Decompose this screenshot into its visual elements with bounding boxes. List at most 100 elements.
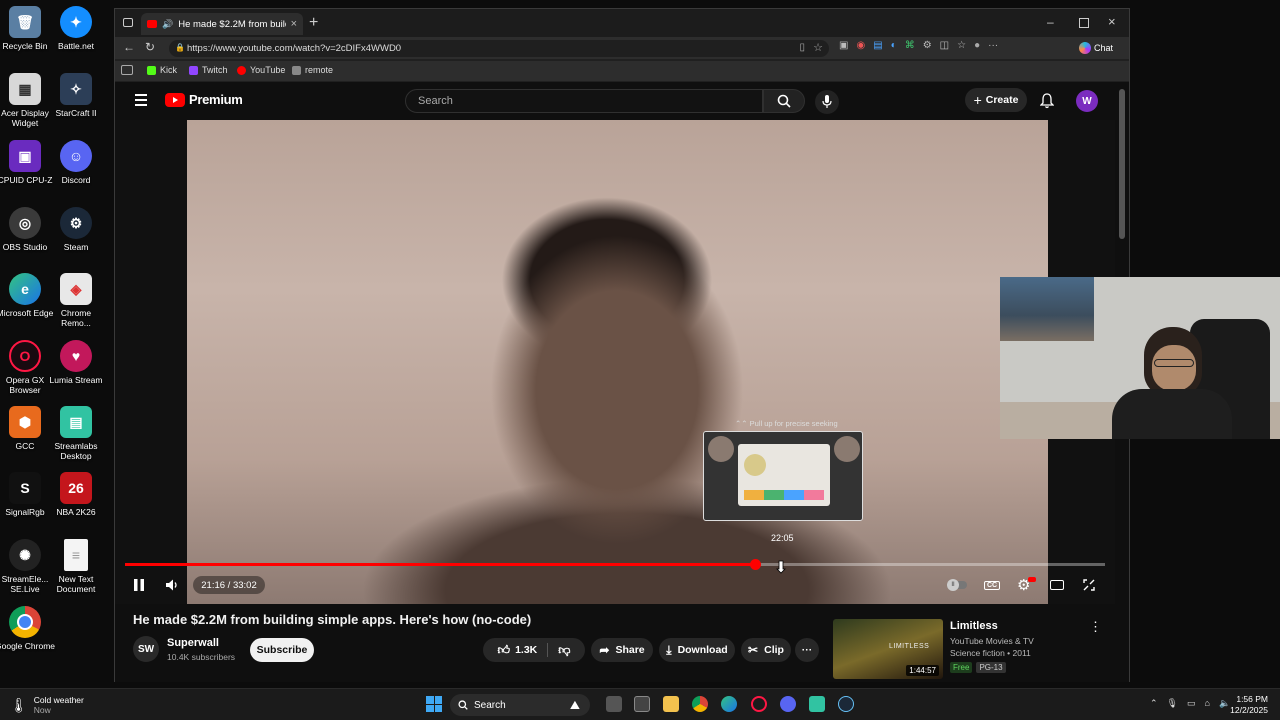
- task-view-icon[interactable]: [606, 696, 622, 712]
- desktop-icon-chrome-remote[interactable]: ◈ Chrome Remo...: [46, 273, 106, 328]
- captions-button[interactable]: CC: [984, 575, 1001, 595]
- download-button[interactable]: ⤓ Download: [659, 638, 735, 662]
- account-avatar[interactable]: W: [1076, 90, 1098, 112]
- taskbar-opera-gx-icon[interactable]: [751, 696, 767, 712]
- taskbar-discord-icon[interactable]: [780, 696, 796, 712]
- weather-widget[interactable]: 🌡 Cold weather Now: [10, 695, 84, 715]
- subscribe-button[interactable]: Subscribe: [250, 638, 314, 662]
- recommended-more-icon[interactable]: ⋮: [1089, 619, 1102, 635]
- profile-avatar-icon[interactable]: ●: [974, 40, 980, 51]
- pause-button[interactable]: [133, 575, 145, 595]
- reading-list-icon[interactable]: [121, 65, 133, 75]
- cpuz-icon: ▣: [9, 140, 41, 172]
- signalrgb-icon: S: [9, 472, 41, 504]
- copilot-chat-button[interactable]: Chat: [1079, 39, 1123, 57]
- split-screen-icon[interactable]: ◫: [940, 40, 949, 51]
- extension-4-icon[interactable]: ⌘: [905, 40, 915, 51]
- favorite-remote[interactable]: remote: [292, 65, 333, 75]
- search-input[interactable]: Search: [405, 89, 763, 113]
- tab-bar: 🔊 He made $2.2M from buildi × + – ×: [115, 9, 1129, 37]
- tab-actions-icon[interactable]: [123, 18, 133, 27]
- desktop-icon-starcraft[interactable]: ✧ StarCraft II: [46, 73, 106, 118]
- share-button[interactable]: ➦ Share: [591, 638, 653, 662]
- channel-name[interactable]: Superwall: [167, 637, 219, 649]
- favorite-star-icon[interactable]: ☆: [813, 41, 823, 54]
- more-horizontal-icon: ···: [801, 644, 813, 656]
- video-player[interactable]: ⌃⌃ Pull up for precise seeking 22:05 21:…: [115, 120, 1115, 604]
- minimize-button[interactable]: –: [1047, 15, 1054, 29]
- fullscreen-button[interactable]: [1083, 575, 1095, 595]
- progress-bar[interactable]: [125, 559, 1105, 570]
- taskbar-steam-icon[interactable]: [838, 696, 854, 712]
- recommended-thumbnail[interactable]: LIMITLESS 1:44:57: [833, 619, 943, 679]
- favorite-kick[interactable]: Kick: [147, 65, 177, 75]
- show-hidden-icons-icon[interactable]: ⌃: [1150, 698, 1158, 709]
- recommended-meta: Science fiction • 2011: [950, 648, 1031, 658]
- maximize-button[interactable]: [1079, 18, 1089, 28]
- clock[interactable]: 1:56 PM 12/2/2025: [1222, 694, 1268, 716]
- extension-3-icon[interactable]: ◐: [891, 40, 897, 51]
- more-menu-icon[interactable]: ···: [988, 40, 998, 51]
- seek-preview-thumbnail: [703, 431, 863, 521]
- streamlabs-icon: ▤: [60, 406, 92, 438]
- new-tab-button[interactable]: +: [309, 14, 318, 32]
- taskbar-streamlabs-icon[interactable]: [809, 696, 825, 712]
- tab-youtube[interactable]: 🔊 He made $2.2M from buildi ×: [141, 13, 303, 35]
- desktop-icon-steam[interactable]: ⚙ Steam: [46, 207, 106, 252]
- file-explorer-icon[interactable]: [663, 696, 679, 712]
- microphone-icon: [822, 95, 832, 108]
- recommended-title[interactable]: Limitless: [950, 620, 998, 632]
- desktop-icon-streamlabs[interactable]: ▤ Streamlabs Desktop: [46, 406, 106, 461]
- widgets-icon[interactable]: [634, 696, 650, 712]
- create-button[interactable]: + Create: [965, 88, 1027, 112]
- extension-1-icon[interactable]: ◉: [856, 40, 865, 51]
- read-aloud-icon[interactable]: ▯: [799, 42, 805, 53]
- extension-2-icon[interactable]: ▤: [873, 40, 882, 51]
- collections-icon[interactable]: ▣: [839, 40, 848, 51]
- notifications-button[interactable]: [1040, 93, 1054, 109]
- display-tray-icon[interactable]: ▭: [1187, 698, 1196, 709]
- back-icon[interactable]: ←: [123, 40, 135, 54]
- start-button[interactable]: [426, 696, 442, 712]
- desktop-icon-google-chrome[interactable]: Google Chrome: [0, 606, 55, 651]
- free-badge: Free: [950, 662, 973, 673]
- youtube-premium-logo[interactable]: Premium: [165, 92, 243, 107]
- address-bar[interactable]: 🔒 https://www.youtube.com/watch?v=2cDIFx…: [169, 40, 829, 57]
- taskbar-chrome-icon[interactable]: [692, 696, 708, 712]
- recommended-video[interactable]: LIMITLESS 1:44:57 Limitless YouTube Movi…: [833, 619, 1123, 679]
- extensions-puzzle-icon[interactable]: ⚙: [923, 40, 932, 51]
- copilot-icon: [1079, 42, 1091, 54]
- search-button[interactable]: [763, 89, 805, 113]
- hamburger-menu-icon[interactable]: [135, 94, 147, 106]
- favorite-twitch[interactable]: Twitch: [189, 65, 228, 75]
- network-icon[interactable]: ⌂: [1205, 698, 1210, 709]
- close-window-button[interactable]: ×: [1108, 14, 1116, 29]
- channel-avatar[interactable]: SW: [133, 636, 159, 662]
- autoplay-toggle[interactable]: II: [947, 575, 967, 595]
- refresh-icon[interactable]: ↻: [145, 40, 155, 54]
- lumia-icon: ♥: [60, 340, 92, 372]
- autoplay-pause-icon: II: [947, 579, 959, 591]
- like-button[interactable]: 👍︎ 1.3K: [498, 643, 538, 658]
- voice-search-button[interactable]: [815, 90, 839, 114]
- desktop-icon-nba2k26[interactable]: 26 NBA 2K26: [46, 472, 106, 517]
- taskbar-search[interactable]: Search ⛰: [450, 694, 590, 716]
- mute-button[interactable]: [165, 575, 179, 595]
- page-scrollbar[interactable]: [1119, 89, 1125, 239]
- tab-close-icon[interactable]: ×: [291, 18, 297, 30]
- microphone-tray-icon[interactable]: 🎙: [1167, 698, 1178, 709]
- favorite-youtube[interactable]: YouTube: [237, 65, 285, 75]
- settings-button[interactable]: ⚙: [1017, 575, 1037, 595]
- like-dislike-group: 👍︎ 1.3K 👎︎: [483, 638, 585, 662]
- desktop-icon-lumia[interactable]: ♥ Lumia Stream: [46, 340, 106, 385]
- clip-button[interactable]: ✂ Clip: [741, 638, 791, 662]
- dislike-button[interactable]: 👎︎: [558, 643, 570, 658]
- favorites-icon[interactable]: ☆: [957, 40, 966, 51]
- desktop-icon-discord[interactable]: ☺ Discord: [46, 140, 106, 185]
- desktop-icon-battlenet[interactable]: ✦ Battle.net: [46, 6, 106, 51]
- taskbar-edge-icon[interactable]: [721, 696, 737, 712]
- time-display: 21:16 / 33:02: [193, 576, 265, 594]
- theater-mode-button[interactable]: [1050, 575, 1064, 595]
- more-actions-button[interactable]: ···: [795, 638, 819, 662]
- desktop-icon-new-text-document[interactable]: ≡ New Text Document: [46, 539, 106, 594]
